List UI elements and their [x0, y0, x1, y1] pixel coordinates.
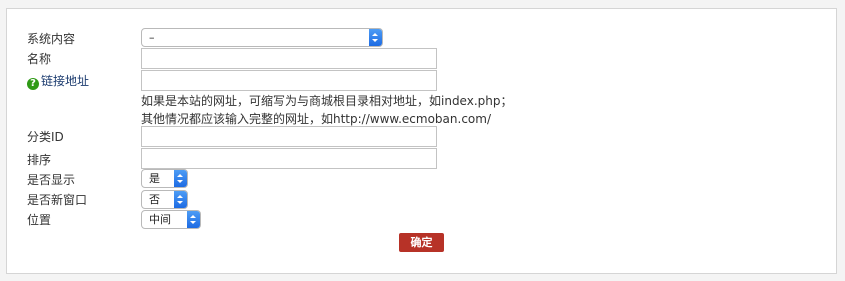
chevron-updown-icon: [174, 170, 187, 187]
category-id-label: 分类ID: [27, 130, 64, 144]
link-address-label-text: 链接地址: [41, 74, 90, 88]
help-icon[interactable]: ?: [27, 78, 39, 90]
position-value: 中间: [149, 213, 171, 226]
sort-input[interactable]: [141, 148, 437, 169]
system-content-select[interactable]: –: [141, 28, 383, 47]
system-content-value: –: [149, 31, 155, 44]
chevron-updown-icon: [174, 191, 187, 208]
link-address-label[interactable]: ? 链接地址: [27, 72, 89, 90]
show-value: 是: [149, 172, 160, 185]
show-select[interactable]: 是: [141, 169, 188, 188]
name-input[interactable]: [141, 48, 437, 69]
sort-label: 排序: [27, 153, 52, 167]
chevron-updown-icon: [369, 29, 382, 46]
position-label: 位置: [27, 213, 52, 227]
position-select[interactable]: 中间: [141, 210, 201, 229]
link-address-hint-1: 如果是本站的网址，可缩写为与商城根目录相对地址，如index.php；: [141, 94, 513, 108]
confirm-button[interactable]: 确定: [399, 233, 444, 252]
new-window-value: 否: [149, 193, 160, 206]
category-id-input[interactable]: [141, 126, 437, 147]
chevron-updown-icon: [187, 211, 200, 228]
system-content-label: 系统内容: [27, 32, 76, 46]
new-window-label: 是否新窗口: [27, 193, 88, 207]
link-address-input[interactable]: [141, 70, 437, 91]
show-label: 是否显示: [27, 173, 76, 187]
new-window-select[interactable]: 否: [141, 190, 188, 209]
name-label: 名称: [27, 52, 52, 66]
